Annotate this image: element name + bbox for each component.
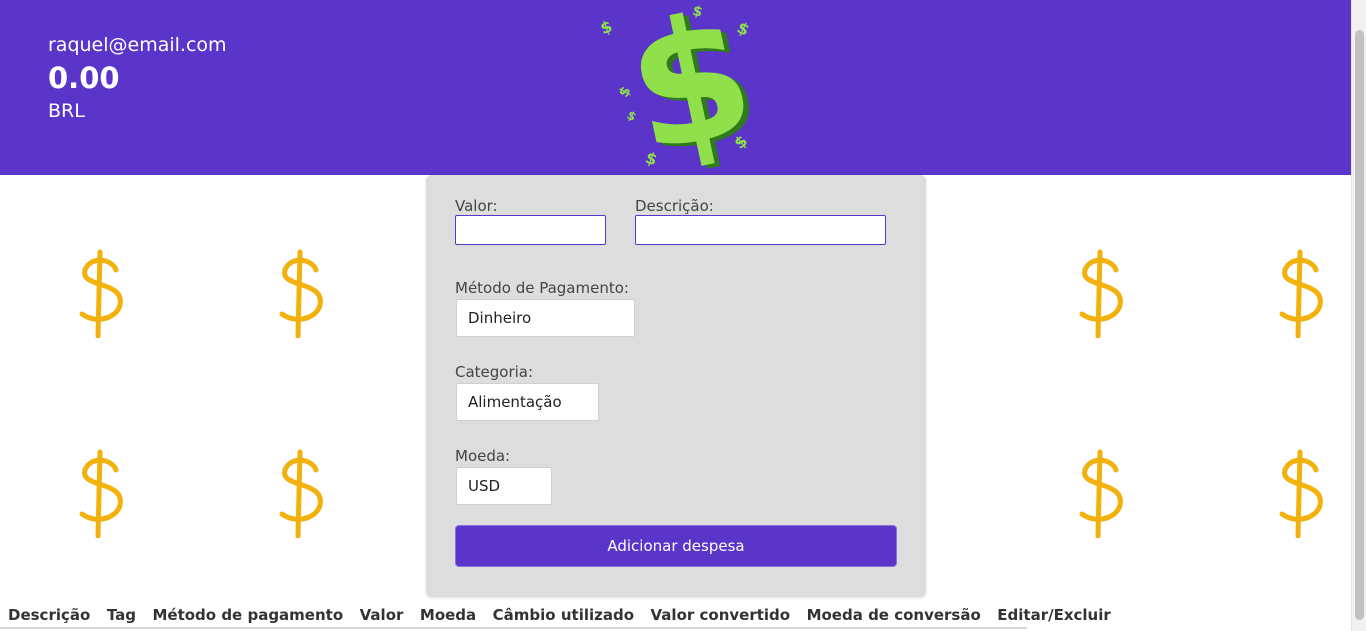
column-header-metodo-pagamento: Método de pagamento (152, 605, 344, 624)
column-header-moeda-conversao: Moeda de conversão (806, 605, 981, 624)
moeda-value: USD (468, 477, 501, 495)
column-header-valor: Valor (359, 605, 404, 624)
header-currency: BRL (48, 100, 85, 122)
expense-form: Valor: Descrição: Método de Pagamento: D… (426, 175, 926, 597)
column-header-valor-convertido: Valor convertido (650, 605, 791, 624)
moeda-label: Moeda: (455, 447, 511, 465)
svg-text:$: $ (612, 0, 758, 170)
page-scrollbar[interactable] (1351, 0, 1366, 631)
scrollbar-thumb[interactable] (1355, 30, 1364, 620)
dollar-sign-icon (1279, 249, 1323, 338)
descricao-label: Descrição: (635, 197, 714, 215)
dollar-logo-icon: $ $ $ $ $ $ $ $ $ $ (598, 0, 758, 170)
dollar-sign-icon (79, 449, 123, 538)
dollar-sign-icon (279, 249, 323, 338)
dollar-sign-icon (1279, 449, 1323, 538)
valor-label: Valor: (455, 197, 498, 215)
total-expenses: 0.00 (48, 61, 120, 95)
user-email: raquel@email.com (48, 34, 227, 56)
metodo-pagamento-select[interactable]: Dinheiro (456, 299, 635, 337)
categoria-label: Categoria: (455, 363, 534, 381)
valor-input[interactable] (455, 215, 606, 245)
expenses-table-header: Descrição Tag Método de pagamento Valor … (0, 602, 1111, 629)
column-header-descricao: Descrição (8, 605, 91, 624)
descricao-input[interactable] (635, 215, 886, 245)
categoria-select[interactable]: Alimentação (456, 383, 599, 421)
dollar-sign-icon (79, 249, 123, 338)
column-header-cambio-utilizado: Câmbio utilizado (492, 605, 635, 624)
metodo-pagamento-label: Método de Pagamento: (455, 279, 629, 297)
dollar-sign-icon (279, 449, 323, 538)
header: raquel@email.com 0.00 BRL $ $ $ $ $ $ $ … (0, 0, 1351, 175)
svg-text:$: $ (598, 16, 615, 38)
column-header-tag: Tag (106, 605, 136, 624)
column-header-editar-excluir: Editar/Excluir (997, 605, 1111, 624)
moeda-select[interactable]: USD (456, 467, 552, 505)
add-expense-button[interactable]: Adicionar despesa (455, 525, 897, 567)
wallet-page: raquel@email.com 0.00 BRL $ $ $ $ $ $ $ … (0, 0, 1351, 631)
categoria-value: Alimentação (468, 393, 562, 411)
user-info: raquel@email.com 0.00 BRL (48, 33, 227, 123)
dollar-sign-icon (1079, 449, 1123, 538)
dollar-sign-icon (1079, 249, 1123, 338)
column-header-moeda: Moeda (419, 605, 477, 624)
metodo-pagamento-value: Dinheiro (468, 309, 532, 327)
